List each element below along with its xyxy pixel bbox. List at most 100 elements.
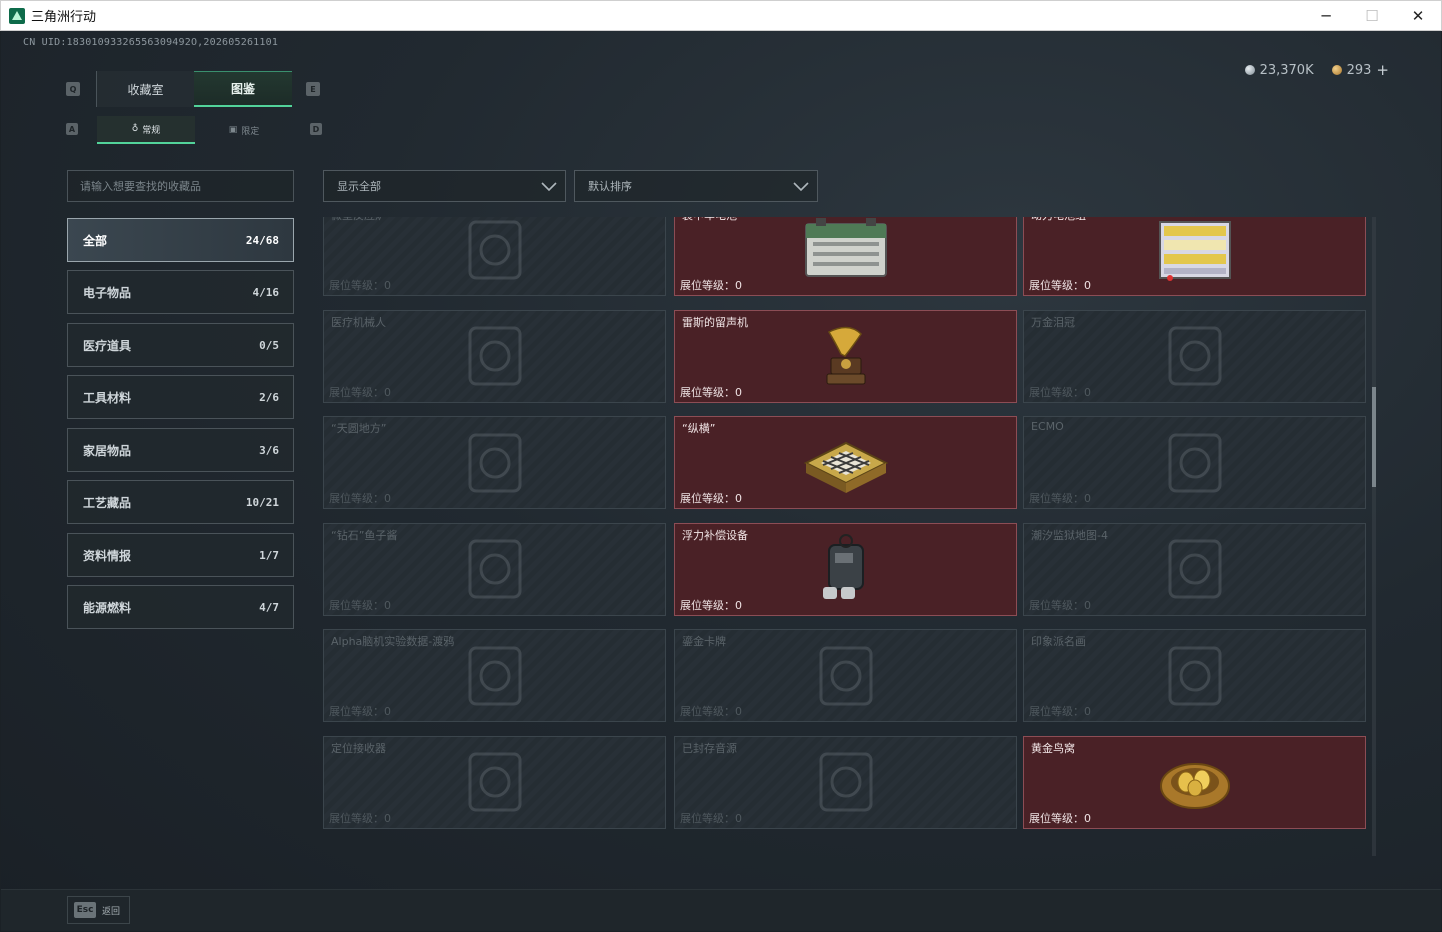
- item-card[interactable]: 印象派名画展位等级：0: [1023, 629, 1366, 722]
- globe-icon: [468, 433, 521, 492]
- item-card[interactable]: ECMO 展位等级：0: [1023, 416, 1366, 509]
- image-icon: ▣: [228, 125, 238, 135]
- item-card[interactable]: 黄金鸟窝展位等级：0: [1023, 735, 1366, 829]
- add-currency-button[interactable]: +: [1376, 61, 1389, 79]
- category-label: 工具材料: [83, 390, 132, 405]
- category-tools[interactable]: 工具材料 2/6: [67, 375, 294, 419]
- golden-nest-icon: [1159, 763, 1230, 809]
- item-card[interactable]: 装甲车电池展位等级：0: [674, 217, 1017, 296]
- item-name: 定位接收器: [331, 741, 386, 755]
- caviar-icon: [468, 539, 521, 599]
- item-name: “纵横”: [682, 422, 716, 435]
- reactor-icon: [468, 220, 521, 279]
- item-level: 展位等级：0: [329, 492, 391, 505]
- item-name: 已封存音源: [682, 741, 737, 755]
- item-name: 浮力补偿设备: [682, 528, 748, 542]
- item-card[interactable]: Alpha脑机实验数据-渡鸦 展位等级：0: [323, 629, 666, 722]
- esc-key-hint: Esc: [74, 902, 96, 918]
- category-label: 电子物品: [83, 285, 132, 300]
- item-card[interactable]: 医疗机械人 展位等级：0: [323, 309, 666, 403]
- category-count: 1/7: [259, 548, 279, 562]
- top-tabs: 收藏室 图鉴: [96, 71, 292, 107]
- category-medical[interactable]: 医疗道具 0/5: [67, 323, 294, 367]
- data-drive-icon: [468, 646, 521, 705]
- item-name: “钻石”鱼子酱: [331, 528, 398, 542]
- item-name: 雷斯的留声机: [682, 315, 748, 329]
- silver-currency: 23,370K: [1244, 63, 1314, 78]
- category-electronics[interactable]: 电子物品 4/16: [67, 270, 294, 314]
- receiver-icon: [468, 752, 521, 812]
- item-level: 展位等级：0: [1029, 279, 1091, 292]
- tab-regular[interactable]: ♁ 常规: [97, 116, 195, 144]
- minimize-button[interactable]: ─: [1303, 1, 1349, 31]
- item-name: 装甲车电池: [682, 217, 737, 223]
- item-card[interactable]: 鎏金卡牌 展位等级：0: [674, 629, 1017, 722]
- item-name: Alpha脑机实验数据-渡鸦: [331, 635, 455, 648]
- category-count: 0/5: [259, 338, 279, 352]
- category-label: 资料情报: [83, 548, 132, 563]
- category-energy[interactable]: 能源燃料 4/7: [67, 585, 294, 629]
- card-icon: [819, 646, 872, 705]
- filter-dropdown[interactable]: 显示全部: [323, 170, 566, 202]
- category-count: 24/68: [245, 233, 279, 247]
- item-level: 展位等级：0: [329, 705, 391, 718]
- category-home[interactable]: 家居物品 3/6: [67, 428, 294, 472]
- category-crafts[interactable]: 工艺藏品 10/21: [67, 480, 294, 524]
- sort-dropdown[interactable]: 默认排序: [574, 170, 818, 202]
- chevron-down-icon: [793, 182, 809, 192]
- item-level: 展位等级：0: [1029, 811, 1091, 825]
- item-card[interactable]: “纵横” 展位等级：0: [674, 416, 1017, 509]
- back-label: 返回: [102, 907, 121, 917]
- tab-catalog[interactable]: 图鉴: [194, 71, 292, 107]
- item-level: 展位等级：0: [329, 811, 391, 825]
- item-level: 展位等级：0: [680, 705, 742, 718]
- item-card[interactable]: 已封存音源 展位等级：0: [674, 735, 1017, 829]
- item-card[interactable]: 动力电池组展位等级：0: [1023, 217, 1366, 296]
- audio-icon: [819, 752, 872, 812]
- filter-dropdown-value: 显示全部: [337, 180, 381, 193]
- sub-tabs: ♁ 常规 ▣ 限定: [97, 116, 293, 144]
- category-all[interactable]: 全部 24/68: [67, 218, 294, 262]
- tab-regular-label: 常规: [142, 125, 161, 136]
- item-level: 展位等级：0: [1029, 492, 1091, 505]
- item-card[interactable]: “天圆地方” 展位等级：0: [323, 416, 666, 509]
- item-level: 展位等级：0: [1029, 385, 1091, 399]
- item-card[interactable]: 潮汐监狱地图-4 展位等级：0: [1023, 522, 1366, 616]
- item-level: 展位等级：0: [680, 385, 742, 399]
- gold-currency: 293 +: [1331, 61, 1389, 79]
- item-level: 展位等级：0: [329, 279, 391, 292]
- item-level: 展位等级：0: [329, 598, 391, 612]
- item-card[interactable]: 定位接收器展位等级：0: [323, 735, 666, 829]
- currency-bar: 23,370K 293 +: [1244, 61, 1389, 79]
- maximize-button[interactable]: ☐: [1349, 1, 1395, 31]
- category-count: 3/6: [259, 443, 279, 457]
- item-card[interactable]: 浮力补偿设备 展位等级：0: [674, 522, 1017, 616]
- category-intel[interactable]: 资料情报 1/7: [67, 533, 294, 577]
- window-titlebar: 三角洲行动 ─ ☐ ✕: [0, 0, 1442, 31]
- close-button[interactable]: ✕: [1395, 1, 1441, 31]
- diving-gear-icon: [822, 534, 864, 599]
- item-card[interactable]: 微型反应炉展位等级：0: [323, 217, 666, 296]
- item-level: 展位等级：0: [680, 492, 742, 505]
- item-card[interactable]: 雷斯的留声机 展位等级：0: [674, 309, 1017, 403]
- tab-collection[interactable]: 收藏室: [96, 71, 194, 107]
- item-name: 印象派名画: [1031, 635, 1086, 648]
- tab-limited[interactable]: ▣ 限定: [195, 116, 293, 144]
- item-card[interactable]: 万金泪冠 展位等级：0: [1023, 309, 1366, 403]
- category-label: 工艺藏品: [83, 495, 132, 510]
- item-level: 展位等级：0: [1029, 705, 1091, 718]
- item-level: 展位等级：0: [329, 385, 391, 399]
- tab-limited-label: 限定: [241, 126, 260, 137]
- scrollbar-thumb[interactable]: [1372, 387, 1376, 487]
- game-viewport: CN UID:18301093326556309492O,20260526110…: [1, 31, 1441, 931]
- flask-icon: ♁: [131, 124, 139, 134]
- search-input[interactable]: 请输入想要查找的收藏品: [67, 170, 294, 202]
- scrollbar[interactable]: [1372, 217, 1376, 856]
- key-a-hint: A: [66, 123, 78, 135]
- item-name: ECMO: [1031, 420, 1064, 433]
- map-icon: [1168, 539, 1221, 599]
- item-name: 黄金鸟窝: [1031, 741, 1075, 755]
- footer-bar: Esc 返回: [1, 889, 1441, 931]
- ecmo-icon: [1168, 433, 1221, 492]
- item-card[interactable]: “钻石”鱼子酱 展位等级：0: [323, 522, 666, 616]
